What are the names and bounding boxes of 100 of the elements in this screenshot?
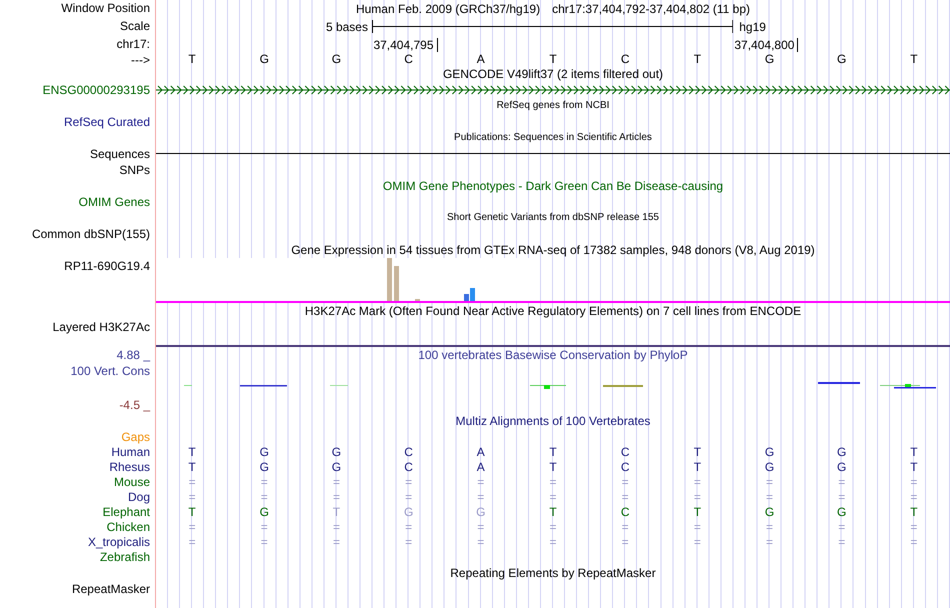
- alignment-base: =: [692, 475, 702, 490]
- alignment-base: =: [404, 520, 414, 535]
- alignment-base: =: [765, 475, 774, 490]
- track-label[interactable]: Mouse: [0, 475, 156, 490]
- alignment-base: A: [476, 445, 486, 460]
- track-label[interactable]: 100 Vert. Cons: [0, 363, 156, 379]
- alignment-base: T: [332, 505, 342, 520]
- alignment-base: T: [909, 505, 919, 520]
- track-label[interactable]: Dog: [0, 490, 156, 505]
- alignment-base: =: [620, 490, 630, 505]
- assembly-name: Human Feb. 2009 (GRCh37/hg19): [356, 1, 540, 18]
- alignment-base: G: [764, 460, 776, 475]
- alignment-base: G: [836, 505, 848, 520]
- alignment-base: G: [764, 445, 776, 460]
- alignment-base: A: [476, 460, 486, 475]
- alignment-base: =: [620, 520, 630, 535]
- alignment-base: =: [404, 475, 414, 490]
- alignment-base: =: [332, 520, 341, 535]
- track-title: RefSeq genes from NCBI: [496, 99, 610, 113]
- track-label[interactable]: Chicken: [0, 520, 156, 535]
- alignment-base: =: [188, 475, 197, 490]
- alignment-base: =: [476, 520, 486, 535]
- track-label[interactable]: 4.88 _: [0, 347, 156, 363]
- track-label[interactable]: -4.5 _: [0, 397, 156, 413]
- track-label[interactable]: OMIM Genes: [0, 194, 156, 210]
- alignment-base: =: [692, 520, 702, 535]
- track-label[interactable]: Rhesus: [0, 460, 156, 475]
- alignment-base: =: [909, 475, 918, 490]
- alignment-base: =: [837, 535, 846, 550]
- alignment-base: =: [548, 535, 558, 550]
- alignment-base: =: [476, 535, 486, 550]
- track-label[interactable]: chr17:: [0, 36, 156, 52]
- track-title: Short Genetic Variants from dbSNP release 155: [446, 211, 660, 225]
- alignment-base: C: [403, 460, 414, 475]
- base-letter: G: [836, 52, 848, 68]
- alignment-base: =: [332, 475, 341, 490]
- alignment-base: T: [548, 460, 558, 475]
- track-label[interactable]: --->: [0, 52, 156, 68]
- alignment-base: =: [476, 490, 486, 505]
- track-label[interactable]: Sequences: [0, 146, 156, 162]
- track-label[interactable]: X_tropicalis: [0, 535, 156, 550]
- alignment-base: G: [258, 460, 270, 475]
- track-label[interactable]: Scale: [0, 18, 156, 36]
- track-title: Gene Expression in 54 tissues from GTEx RNA-seq of 17382 samples, 948 donors (V8, Aug 2019): [290, 242, 816, 258]
- base-letter: G: [330, 52, 342, 68]
- track-label[interactable]: Zebrafish: [0, 550, 156, 565]
- track-title: Multiz Alignments of 100 Vertebrates: [454, 413, 652, 429]
- expression-bar: [394, 266, 399, 301]
- base-letter: T: [692, 52, 702, 68]
- track-label[interactable]: RP11-690G19.4: [0, 258, 156, 303]
- alignment-base: =: [765, 490, 774, 505]
- alignment-base: =: [692, 535, 702, 550]
- alignment-base: T: [692, 505, 702, 520]
- base-letter: G: [764, 52, 776, 68]
- alignment-base: =: [188, 520, 197, 535]
- alignment-base: T: [692, 445, 702, 460]
- base-letter: C: [403, 52, 414, 68]
- track-label[interactable]: SNPs: [0, 162, 156, 178]
- track-title: 100 vertebrates Basewise Conservation by PhyloP: [417, 347, 689, 363]
- track-label[interactable]: Layered H3K27Ac: [0, 319, 156, 335]
- alignment-base: =: [909, 535, 918, 550]
- track-title: GENCODE V49lift37 (2 items filtered out): [442, 66, 664, 82]
- coordinate-tick: 37,404,800: [734, 38, 798, 52]
- base-letter: T: [187, 52, 197, 68]
- alignment-base: T: [909, 445, 919, 460]
- alignment-base: T: [187, 505, 197, 520]
- alignment-base: =: [404, 535, 414, 550]
- alignment-base: =: [837, 490, 846, 505]
- alignment-base: =: [476, 475, 486, 490]
- position-range: chr17:37,404,792-37,404,802 (11 bp): [552, 1, 750, 18]
- track-title: H3K27Ac Mark (Often Found Near Active Regulatory Elements) on 7 cell lines from ENCODE: [304, 303, 802, 319]
- alignment-base: T: [909, 460, 919, 475]
- base-letter: C: [620, 52, 630, 68]
- alignment-base: G: [836, 445, 848, 460]
- alignment-base: =: [620, 475, 630, 490]
- alignment-base: T: [187, 445, 197, 460]
- track-label[interactable]: Human: [0, 445, 156, 460]
- alignment-base: =: [260, 520, 269, 535]
- base-letter: T: [909, 52, 919, 68]
- alignment-base: =: [692, 490, 702, 505]
- track-label[interactable]: Window Position: [0, 0, 156, 18]
- alignment-base: C: [620, 460, 630, 475]
- alignment-base: C: [620, 505, 630, 520]
- track-label[interactable]: Elephant: [0, 505, 156, 520]
- alignment-base: =: [260, 535, 269, 550]
- track-label[interactable]: RepeatMasker: [0, 581, 156, 597]
- base-letter: G: [258, 52, 270, 68]
- track-label[interactable]: ENSG00000293195: [0, 82, 156, 98]
- alignment-base: G: [258, 445, 270, 460]
- alignment-base: G: [258, 505, 270, 520]
- alignment-base: =: [332, 490, 341, 505]
- alignment-base: =: [188, 490, 197, 505]
- track-label[interactable]: RefSeq Curated: [0, 114, 156, 130]
- alignment-base: G: [330, 445, 342, 460]
- alignment-base: =: [548, 475, 558, 490]
- alignment-base: =: [620, 535, 630, 550]
- alignment-base: T: [187, 460, 197, 475]
- track-label[interactable]: Common dbSNP(155): [0, 226, 156, 242]
- alignment-base: T: [692, 460, 702, 475]
- alignment-base: T: [548, 505, 558, 520]
